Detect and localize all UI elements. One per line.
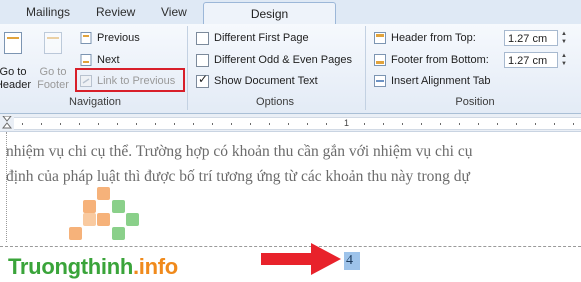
go-to-header-icon <box>4 32 26 56</box>
go-to-header-label-2: Header <box>0 79 32 91</box>
ruler-track: 1 <box>14 117 581 130</box>
go-to-footer-label-2: Footer <box>37 79 69 91</box>
header-from-top-label: Header from Top: <box>391 32 476 44</box>
go-to-header-label-1: Go to <box>0 66 27 78</box>
horizontal-ruler[interactable]: 1 <box>0 114 581 132</box>
group-divider <box>187 26 188 110</box>
tab-mailings[interactable]: Mailings <box>26 5 70 19</box>
alignment-tab-icon <box>374 75 386 87</box>
ribbon-design: Go to Header Go to Footer Previous Next … <box>0 24 581 114</box>
body-text-line[interactable]: nhiệm vụ chi cụ thể. Trường hợp có khoản… <box>6 143 472 161</box>
body-text-line[interactable]: định của pháp luật thì được bố trí tương… <box>6 168 470 186</box>
insert-alignment-tab-label: Insert Alignment Tab <box>391 75 491 87</box>
different-first-page-label: Different First Page <box>214 32 309 44</box>
header-position-icon <box>374 32 386 44</box>
go-to-footer-button[interactable]: Go to Footer <box>34 32 72 91</box>
next-label: Next <box>97 54 120 66</box>
watermark-logo: Truongthinh.info <box>8 254 178 280</box>
different-odd-even-box <box>196 54 209 67</box>
tab-view[interactable]: View <box>161 5 187 19</box>
go-to-header-button[interactable]: Go to Header <box>0 32 32 91</box>
header-from-top-input[interactable]: 1.27 cm <box>504 30 558 46</box>
checkmark-icon: ✓ <box>198 72 209 86</box>
group-divider <box>365 26 366 110</box>
show-document-text-label: Show Document Text <box>214 75 318 87</box>
ruler-number: 1 <box>344 118 350 128</box>
watermark-logo-text: Truongthinh <box>8 254 133 279</box>
footer-position-icon <box>374 54 386 66</box>
next-section-icon <box>80 54 92 66</box>
watermark-logo-domain: .info <box>133 254 178 279</box>
go-to-footer-label-1: Go to <box>39 66 67 78</box>
navigation-group-label: Navigation <box>69 96 121 108</box>
different-first-page-box <box>196 32 209 45</box>
previous-label: Previous <box>97 32 140 44</box>
footer-from-bottom-label: Footer from Bottom: <box>391 54 489 66</box>
show-document-text-box: ✓ <box>196 72 209 88</box>
options-group-label: Options <box>256 96 294 108</box>
link-to-previous-highlight <box>75 68 185 92</box>
header-from-top-spinner[interactable]: ▲ ▼ <box>559 30 569 46</box>
footer-from-bottom-spinner[interactable]: ▲ ▼ <box>559 52 569 68</box>
page-number-field[interactable]: 4 <box>344 252 360 270</box>
go-to-footer-icon <box>44 32 66 56</box>
arrow-icon <box>261 243 341 275</box>
footer-from-bottom-input[interactable]: 1.27 cm <box>504 52 558 68</box>
tab-review[interactable]: Review <box>96 5 135 19</box>
position-group-label: Position <box>455 96 495 108</box>
different-odd-even-label: Different Odd & Even Pages <box>214 54 352 66</box>
tab-design[interactable]: Design <box>203 2 336 26</box>
indent-marker-icon[interactable] <box>2 116 12 129</box>
previous-section-icon <box>80 32 92 44</box>
ribbon-tab-bar: Mailings Review View Design <box>0 0 581 26</box>
